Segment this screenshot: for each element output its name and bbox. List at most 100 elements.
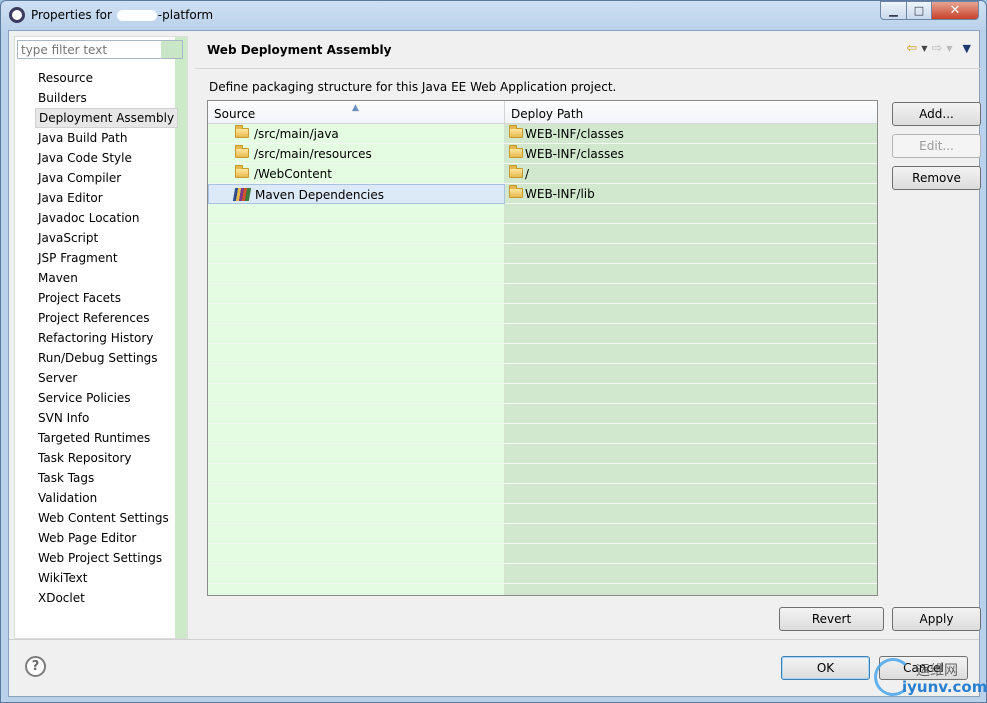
- library-icon: [232, 188, 252, 201]
- window-title: Properties for -platform: [31, 8, 214, 22]
- apply-button[interactable]: Apply: [892, 607, 981, 631]
- deploy-path: WEB-INF/classes: [525, 127, 624, 141]
- watermark-logo: 运维网 iyunv.com: [874, 658, 987, 700]
- property-page-item[interactable]: SVN Info: [35, 408, 178, 428]
- column-header-source[interactable]: Source ▲: [208, 101, 505, 124]
- edit-button[interactable]: Edit...: [892, 134, 981, 158]
- column-header-source-label: Source: [214, 107, 256, 121]
- property-page-item[interactable]: Java Code Style: [35, 148, 178, 168]
- property-page-item[interactable]: Task Repository: [35, 448, 178, 468]
- minimize-button[interactable]: ▁: [880, 1, 907, 20]
- filter-input[interactable]: [18, 41, 182, 58]
- property-page-item[interactable]: Java Editor: [35, 188, 178, 208]
- back-dropdown-icon[interactable]: ▼: [921, 41, 927, 57]
- deploy-path: WEB-INF/lib: [525, 187, 595, 201]
- property-page-item[interactable]: Builders: [35, 88, 178, 108]
- table-row[interactable]: /src/main/java WEB-INF/classes: [208, 124, 877, 144]
- table-row[interactable]: Maven Dependencies WEB-INF/lib: [208, 184, 877, 204]
- property-pages-panel: ResourceBuildersDeployment AssemblyJava …: [14, 36, 188, 639]
- column-header-deploy-path-label: Deploy Path: [511, 107, 584, 121]
- watermark-cn-text: 运维网: [916, 663, 958, 679]
- dialog-client-area: ResourceBuildersDeployment AssemblyJava …: [8, 30, 981, 697]
- table-row[interactable]: /src/main/resources WEB-INF/classes: [208, 144, 877, 164]
- title-bar[interactable]: Properties for -platform ▁ □ ✕: [1, 1, 986, 29]
- deploy-path: WEB-INF/classes: [525, 147, 624, 161]
- close-icon: ✕: [949, 3, 961, 18]
- property-page-item[interactable]: Java Build Path: [35, 128, 178, 148]
- source-path: /src/main/resources: [254, 147, 372, 161]
- property-page-item[interactable]: JavaScript: [35, 228, 178, 248]
- table-rows: /src/main/java WEB-INF/classes/src/main/r…: [208, 124, 877, 204]
- revert-button[interactable]: Revert: [779, 607, 884, 631]
- property-page-item[interactable]: Task Tags: [35, 468, 178, 488]
- property-page-item[interactable]: Project Facets: [35, 288, 178, 308]
- folder-icon: [235, 125, 249, 138]
- forward-arrow-icon[interactable]: ⇨: [931, 41, 942, 57]
- maximize-icon: □: [913, 4, 925, 17]
- deploy-path-cell[interactable]: WEB-INF/lib: [505, 184, 877, 204]
- page-description: Define packaging structure for this Java…: [209, 80, 617, 94]
- property-page-item[interactable]: Server: [35, 368, 178, 388]
- deploy-path-cell[interactable]: WEB-INF/classes: [505, 124, 877, 144]
- watermark-url: iyunv.com: [902, 678, 987, 696]
- property-page: Web Deployment Assembly ⇦ ▼ ⇨ ▼ ▼ Define…: [195, 31, 981, 639]
- property-page-item[interactable]: Web Page Editor: [35, 528, 178, 548]
- source-cell[interactable]: /src/main/resources: [208, 144, 505, 164]
- footer-divider: [9, 639, 979, 640]
- property-page-item[interactable]: Project References: [35, 308, 178, 328]
- property-page-item[interactable]: Web Project Settings: [35, 548, 178, 568]
- maximize-button[interactable]: □: [906, 1, 932, 20]
- redacted-blur: [116, 10, 157, 21]
- minimize-icon: ▁: [889, 4, 898, 17]
- page-title: Web Deployment Assembly: [207, 43, 392, 57]
- back-arrow-icon[interactable]: ⇦: [906, 41, 917, 57]
- deploy-path: /: [525, 167, 530, 181]
- close-button[interactable]: ✕: [931, 1, 979, 20]
- source-cell[interactable]: /WebContent: [208, 164, 505, 184]
- deployment-assembly-table[interactable]: Source ▲ Deploy Path /src/main/java WEB-I…: [207, 100, 878, 596]
- help-icon[interactable]: ?: [25, 656, 46, 677]
- source-cell[interactable]: /src/main/java: [208, 124, 505, 144]
- folder-icon: [509, 125, 523, 138]
- source-cell[interactable]: Maven Dependencies: [208, 184, 505, 204]
- property-page-item[interactable]: Javadoc Location: [35, 208, 178, 228]
- folder-icon: [235, 165, 249, 178]
- property-page-item[interactable]: Resource: [35, 68, 178, 88]
- folder-icon: [509, 185, 523, 198]
- properties-window: Properties for -platform ▁ □ ✕ ResourceB…: [0, 0, 987, 703]
- source-path: /WebContent: [254, 167, 332, 181]
- property-page-item[interactable]: Run/Debug Settings: [35, 348, 178, 368]
- property-page-item[interactable]: Targeted Runtimes: [35, 428, 178, 448]
- source-path: /src/main/java: [254, 127, 339, 141]
- table-header: Source ▲ Deploy Path: [208, 101, 877, 124]
- property-pages-list: Resource Builders Deployment Assembly Java …: [35, 68, 179, 608]
- sort-ascending-icon: ▲: [352, 103, 359, 113]
- clear-filter-icon[interactable]: [161, 41, 182, 58]
- property-page-item[interactable]: Validation: [35, 488, 178, 508]
- forward-dropdown-icon[interactable]: ▼: [946, 41, 952, 57]
- property-page-item[interactable]: XDoclet: [35, 588, 178, 608]
- column-header-deploy-path[interactable]: Deploy Path: [505, 101, 877, 124]
- property-page-item[interactable]: Web Content Settings: [35, 508, 178, 528]
- property-page-item[interactable]: Deployment Assembly: [35, 108, 179, 128]
- page-navigation: ⇦ ▼ ⇨ ▼ ▼: [906, 41, 971, 57]
- header-divider: [195, 68, 981, 69]
- deploy-path-cell[interactable]: /: [505, 164, 877, 184]
- folder-icon: [235, 145, 249, 158]
- add-button[interactable]: Add...: [892, 102, 981, 126]
- view-menu-icon[interactable]: ▼: [963, 41, 971, 57]
- property-page-item[interactable]: WikiText: [35, 568, 178, 588]
- filter-field[interactable]: [17, 40, 183, 59]
- property-page-item[interactable]: Java Compiler: [35, 168, 178, 188]
- ok-button[interactable]: OK: [781, 656, 870, 680]
- property-page-item[interactable]: Refactoring History: [35, 328, 178, 348]
- folder-icon: [509, 145, 523, 158]
- folder-icon: [509, 165, 523, 178]
- property-page-item[interactable]: JSP Fragment: [35, 248, 178, 268]
- eclipse-icon: [9, 7, 25, 23]
- table-row[interactable]: /WebContent /: [208, 164, 877, 184]
- property-page-item[interactable]: Service Policies: [35, 388, 178, 408]
- deploy-path-cell[interactable]: WEB-INF/classes: [505, 144, 877, 164]
- remove-button[interactable]: Remove: [892, 166, 981, 190]
- property-page-item[interactable]: Maven: [35, 268, 178, 288]
